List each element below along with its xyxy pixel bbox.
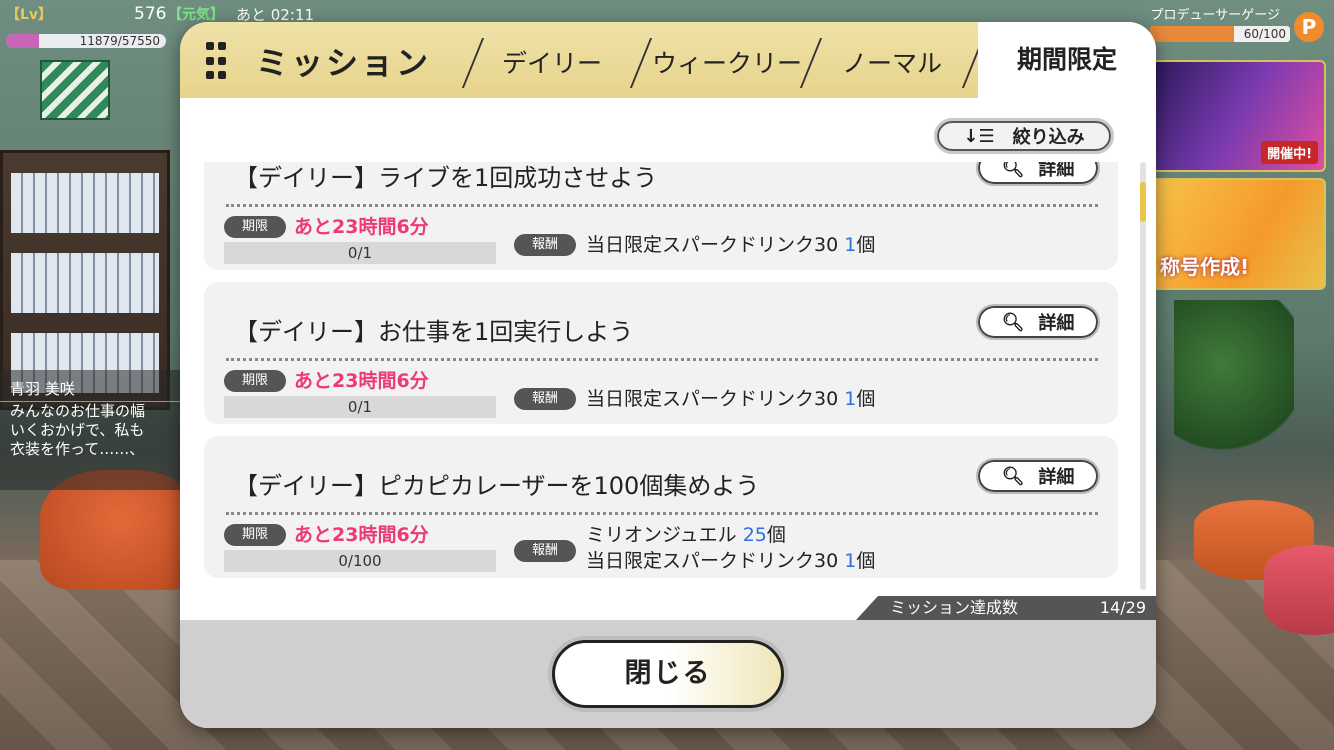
search-icon: 🔍︎ xyxy=(1001,311,1025,333)
detail-label: 詳細 xyxy=(1038,313,1075,334)
divider xyxy=(226,512,1098,515)
mission-card: 【デイリー】お仕事を1回実行しよう 🔍︎ 詳細 期限 あと23時間6分 0/1 … xyxy=(204,282,1118,424)
exp-bar-fill xyxy=(6,34,39,48)
sort-list-icon: ↓☰ xyxy=(963,125,995,147)
deadline-text: あと23時間6分 xyxy=(294,524,429,546)
level-number: 576 xyxy=(134,4,167,24)
banner-status-badge: 開催中! xyxy=(1261,141,1318,164)
scrollbar-thumb[interactable] xyxy=(1140,182,1146,222)
filter-button[interactable]: ↓☰ 絞り込み xyxy=(934,118,1114,154)
mission-progress-bar: 0/100 xyxy=(224,550,496,572)
deadline-badge: 期限 xyxy=(224,370,286,392)
reward-item: 当日限定スパークドリンク30 1個 xyxy=(586,234,876,256)
tab-limited[interactable]: 期間限定 xyxy=(978,22,1156,98)
detail-label: 詳細 xyxy=(1038,467,1075,488)
reward-item: 当日限定スパークドリンク30 1個 xyxy=(586,550,876,572)
mission-progress-text: 0/1 xyxy=(347,244,373,262)
grip-icon xyxy=(206,42,226,82)
producer-gauge-bar: 60/100 xyxy=(1150,26,1290,42)
mission-title: 【デイリー】お仕事を1回実行しよう xyxy=(234,318,634,346)
tab-weekly[interactable]: ウィークリー xyxy=(652,44,802,84)
detail-button[interactable]: 🔍︎ 詳細 xyxy=(976,458,1100,494)
deadline-text: あと23時間6分 xyxy=(294,216,429,238)
stool xyxy=(1264,545,1334,635)
reward-badge: 報酬 xyxy=(514,388,576,410)
mission-card: 【デイリー】ピカピカレーザーを100個集めよう 🔍︎ 詳細 期限 あと23時間6… xyxy=(204,436,1118,578)
producer-gauge-label: プロデューサーゲージ xyxy=(1150,8,1280,23)
tab-divider xyxy=(629,38,653,88)
detail-button[interactable]: 🔍︎ 詳細 xyxy=(976,162,1100,186)
tab-divider xyxy=(461,38,485,88)
speaker-name: 青羽 美咲 xyxy=(0,370,180,402)
level-tag: 【Lv】 xyxy=(6,7,53,23)
reward-item: 当日限定スパークドリンク30 1個 xyxy=(586,388,876,410)
exp-value: 11879/57550 xyxy=(79,34,160,48)
tab-divider xyxy=(799,38,823,88)
mission-card: 【デイリー】ライブを1回成功させよう 🔍︎ 詳細 期限 あと23時間6分 0/1… xyxy=(204,162,1118,270)
achievement-label: ミッション達成数 xyxy=(890,598,1019,617)
dialogue-box: 青羽 美咲 みんなのお仕事の幅 いくおかげで、私も 衣装を作って……、 xyxy=(0,370,180,490)
plant xyxy=(1174,300,1294,460)
deadline-badge: 期限 xyxy=(224,216,286,238)
search-icon: 🔍︎ xyxy=(1001,465,1025,487)
producer-gauge-fill xyxy=(1150,26,1234,42)
modal-title: ミッション xyxy=(256,44,432,82)
producer-p-icon: P xyxy=(1294,12,1324,42)
mission-modal: ミッション デイリー ウィークリー ノーマル 期間限定 ↓☰ 絞り込み 【デイリ… xyxy=(180,22,1156,728)
achievement-counter: ミッション達成数 14/29 xyxy=(856,596,1156,620)
reward-item: ミリオンジュエル 25個 xyxy=(586,524,786,546)
search-icon: 🔍︎ xyxy=(1001,162,1025,179)
mission-title: 【デイリー】ピカピカレーザーを100個集めよう xyxy=(234,472,760,500)
dialogue-line: 衣装を作って……、 xyxy=(10,440,145,458)
mission-progress-text: 0/1 xyxy=(347,398,373,416)
genki-tag: 【元気】 xyxy=(168,7,224,23)
tab-daily[interactable]: デイリー xyxy=(502,44,602,84)
close-button[interactable]: 閉じる xyxy=(552,640,784,708)
detail-button[interactable]: 🔍︎ 詳細 xyxy=(976,304,1100,340)
filter-label: 絞り込み xyxy=(1012,127,1085,148)
reward-badge: 報酬 xyxy=(514,234,576,256)
deadline-badge: 期限 xyxy=(224,524,286,546)
gift-box xyxy=(40,60,110,120)
deadline-text: あと23時間6分 xyxy=(294,370,429,392)
mission-progress-bar: 0/1 xyxy=(224,396,496,418)
divider xyxy=(226,358,1098,361)
mission-list[interactable]: 【デイリー】ライブを1回成功させよう 🔍︎ 詳細 期限 あと23時間6分 0/1… xyxy=(204,162,1120,582)
achievement-count: 14/29 xyxy=(1099,598,1146,617)
dialogue-line: いくおかげで、私も xyxy=(10,421,145,439)
event-banner-anniversary[interactable]: 称号作成! xyxy=(1150,178,1326,290)
scrollbar[interactable] xyxy=(1140,162,1146,590)
producer-gauge[interactable]: プロデューサーゲージ 60/100 P xyxy=(1144,4,1324,44)
reward-list: 当日限定スパークドリンク30 1個 xyxy=(586,232,875,258)
modal-footer: 閉じる xyxy=(180,620,1156,728)
producer-gauge-value: 60/100 xyxy=(1243,27,1286,41)
banner-caption: 称号作成! xyxy=(1160,255,1250,279)
mission-progress-bar: 0/1 xyxy=(224,242,496,264)
reward-list: ミリオンジュエル 25個 当日限定スパークドリンク30 1個 xyxy=(586,522,875,574)
event-banner-evolution[interactable]: 開催中! xyxy=(1150,60,1326,172)
mission-progress-text: 0/100 xyxy=(338,552,382,570)
detail-label: 詳細 xyxy=(1038,162,1075,180)
divider xyxy=(226,204,1098,207)
exp-bar: 11879/57550 xyxy=(6,34,166,48)
modal-header: ミッション デイリー ウィークリー ノーマル 期間限定 xyxy=(180,22,1156,98)
dialogue-line: みんなのお仕事の幅 xyxy=(10,402,146,420)
tab-normal[interactable]: ノーマル xyxy=(842,44,942,84)
reward-list: 当日限定スパークドリンク30 1個 xyxy=(586,386,875,412)
reward-badge: 報酬 xyxy=(514,540,576,562)
mission-title: 【デイリー】ライブを1回成功させよう xyxy=(234,164,658,192)
